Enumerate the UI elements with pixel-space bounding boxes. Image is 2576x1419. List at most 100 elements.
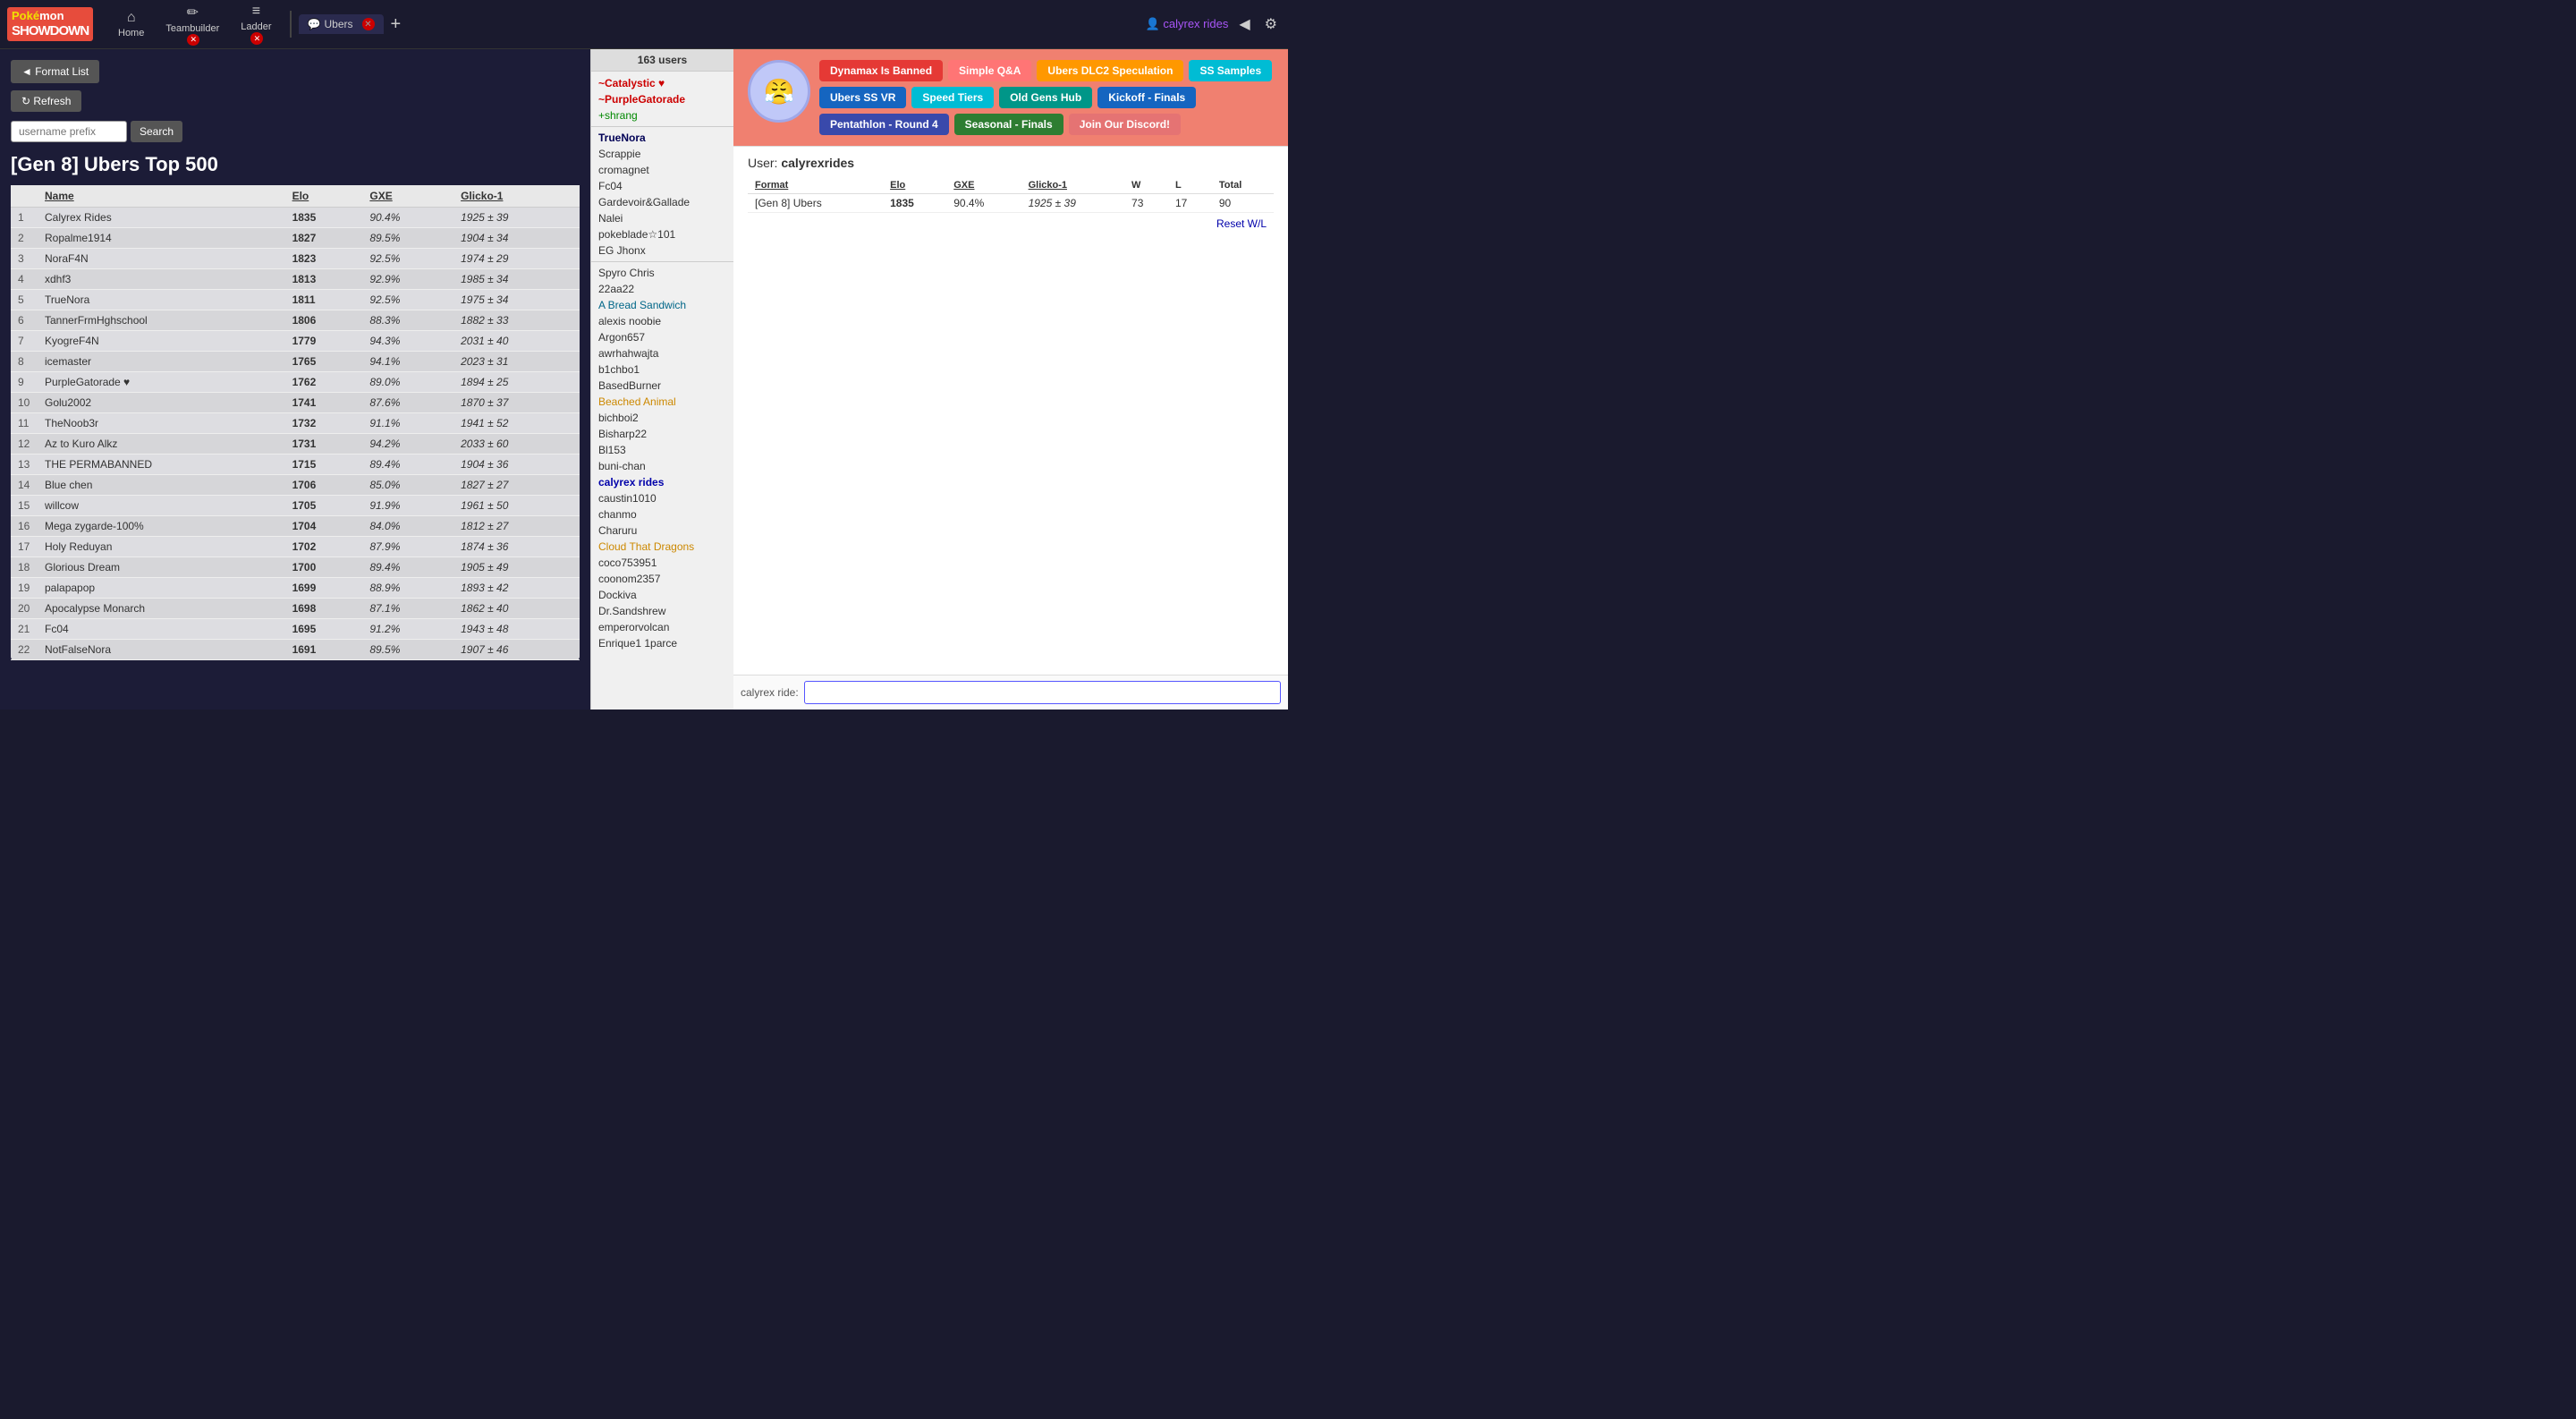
list-item[interactable]: Cloud That Dragons (591, 539, 733, 555)
tab-close-icon[interactable]: ✕ (362, 18, 375, 30)
list-item[interactable]: A Bread Sandwich (591, 297, 733, 313)
name-header[interactable]: Name (38, 185, 285, 208)
add-tab-button[interactable]: + (384, 14, 409, 35)
tab-ubers[interactable]: 💬 Ubers ✕ (299, 14, 384, 34)
list-item[interactable]: b1chbo1 (591, 361, 733, 378)
list-item[interactable]: Spyro Chris (591, 265, 733, 281)
room-link-button[interactable]: Simple Q&A (948, 60, 1031, 81)
user-list: ~Catalystic ♥~PurpleGatorade+shrang TrueN… (591, 72, 733, 655)
gxe-cell: 88.9% (362, 578, 453, 599)
list-item[interactable]: Argon657 (591, 329, 733, 345)
table-row[interactable]: 22 NotFalseNora 1691 89.5% 1907 ± 46 (11, 640, 580, 660)
glicko-col-header[interactable]: Glicko-1 (1021, 177, 1124, 194)
table-row[interactable]: 20 Apocalypse Monarch 1698 87.1% 1862 ± … (11, 599, 580, 619)
room-link-button[interactable]: Kickoff - Finals (1097, 87, 1196, 108)
list-item[interactable]: Bisharp22 (591, 426, 733, 442)
user-link[interactable]: 👤 calyrex rides (1146, 17, 1229, 31)
list-item[interactable]: coonom2357 (591, 571, 733, 587)
table-row[interactable]: 1 Calyrex Rides 1835 90.4% 1925 ± 39 (11, 208, 580, 228)
list-item[interactable]: coco753951 (591, 555, 733, 571)
list-item[interactable]: awrhahwajta (591, 345, 733, 361)
ladder-button[interactable]: ≡ Ladder ✕ (230, 0, 282, 49)
table-row[interactable]: 7 KyogreF4N 1779 94.3% 2031 ± 40 (11, 331, 580, 352)
table-row[interactable]: 4 xdhf3 1813 92.9% 1985 ± 34 (11, 269, 580, 290)
refresh-button[interactable]: ↻ Refresh (11, 90, 81, 112)
home-button[interactable]: ⌂ Home (107, 0, 155, 49)
room-link-button[interactable]: Seasonal - Finals (954, 114, 1063, 135)
list-item[interactable]: ~Catalystic ♥ (591, 75, 733, 91)
ladder-close-icon[interactable]: ✕ (250, 32, 263, 45)
list-item[interactable]: +shrang (591, 107, 733, 123)
list-item[interactable]: emperorvolcan (591, 619, 733, 635)
list-item[interactable]: calyrex rides (591, 474, 733, 490)
list-item[interactable]: EG Jhonx (591, 242, 733, 259)
list-item[interactable]: Bl153 (591, 442, 733, 458)
table-row[interactable]: 12 Az to Kuro Alkz 1731 94.2% 2033 ± 60 (11, 434, 580, 455)
glicko-header[interactable]: Glicko-1 (453, 185, 580, 208)
format-col-header[interactable]: Format (748, 177, 883, 194)
list-item[interactable]: chanmo (591, 506, 733, 523)
list-item[interactable]: 22aa22 (591, 281, 733, 297)
room-link-button[interactable]: SS Samples (1189, 60, 1272, 81)
teambuilder-button[interactable]: ✏ Teambuilder ✕ (155, 0, 230, 49)
search-input[interactable] (11, 121, 127, 142)
room-link-button[interactable]: Join Our Discord! (1069, 114, 1181, 135)
list-item[interactable]: alexis noobie (591, 313, 733, 329)
elo-col-header[interactable]: Elo (883, 177, 946, 194)
room-link-button[interactable]: Dynamax Is Banned (819, 60, 943, 81)
list-item[interactable]: Dr.Sandshrew (591, 603, 733, 619)
search-button[interactable]: Search (131, 121, 182, 142)
table-row[interactable]: 18 Glorious Dream 1700 89.4% 1905 ± 49 (11, 557, 580, 578)
table-row[interactable]: 6 TannerFrmHghschool 1806 88.3% 1882 ± 3… (11, 310, 580, 331)
list-item[interactable]: buni-chan (591, 458, 733, 474)
list-item[interactable]: Nalei (591, 210, 733, 226)
list-item[interactable]: cromagnet (591, 162, 733, 178)
table-row[interactable]: 15 willcow 1705 91.9% 1961 ± 50 (11, 496, 580, 516)
list-item[interactable]: BasedBurner (591, 378, 733, 394)
rank-cell: 19 (11, 578, 38, 599)
table-row[interactable]: 10 Golu2002 1741 87.6% 1870 ± 37 (11, 393, 580, 413)
volume-button[interactable]: ◀ (1235, 12, 1253, 37)
list-item[interactable]: pokeblade☆101 (591, 226, 733, 242)
table-row[interactable]: 17 Holy Reduyan 1702 87.9% 1874 ± 36 (11, 537, 580, 557)
gxe-header[interactable]: GXE (362, 185, 453, 208)
room-link-button[interactable]: Pentathlon - Round 4 (819, 114, 949, 135)
list-item[interactable]: Beached Animal (591, 394, 733, 410)
teambuilder-close-icon[interactable]: ✕ (187, 34, 199, 46)
format-list-button[interactable]: ◄ Format List (11, 60, 99, 83)
ladder-table: Name Elo GXE Glicko-1 1 Calyrex Rides 18… (11, 185, 580, 660)
list-item[interactable]: Fc04 (591, 178, 733, 194)
table-row[interactable]: 8 icemaster 1765 94.1% 2023 ± 31 (11, 352, 580, 372)
list-item[interactable]: Enrique1 1parce (591, 635, 733, 651)
table-row[interactable]: 2 Ropalme1914 1827 89.5% 1904 ± 34 (11, 228, 580, 249)
table-row[interactable]: 9 PurpleGatorade ♥ 1762 89.0% 1894 ± 25 (11, 372, 580, 393)
room-link-button[interactable]: Ubers SS VR (819, 87, 906, 108)
table-row[interactable]: 3 NoraF4N 1823 92.5% 1974 ± 29 (11, 249, 580, 269)
table-row[interactable]: 13 THE PERMABANNED 1715 89.4% 1904 ± 36 (11, 455, 580, 475)
list-item[interactable]: Dockiva (591, 587, 733, 603)
name-cell: Az to Kuro Alkz (38, 434, 285, 455)
room-link-button[interactable]: Old Gens Hub (999, 87, 1092, 108)
list-item[interactable]: TrueNora (591, 130, 733, 146)
room-link-button[interactable]: Ubers DLC2 Speculation (1037, 60, 1183, 81)
elo-cell: 1765 (285, 352, 363, 372)
table-row[interactable]: 5 TrueNora 1811 92.5% 1975 ± 34 (11, 290, 580, 310)
list-item[interactable]: bichboi2 (591, 410, 733, 426)
list-item[interactable]: Scrappie (591, 146, 733, 162)
table-row[interactable]: 14 Blue chen 1706 85.0% 1827 ± 27 (11, 475, 580, 496)
elo-header[interactable]: Elo (285, 185, 363, 208)
chat-input[interactable] (804, 681, 1281, 704)
table-row[interactable]: 11 TheNoob3r 1732 91.1% 1941 ± 52 (11, 413, 580, 434)
reset-wl-link[interactable]: Reset W/L (1216, 217, 1267, 230)
table-row[interactable]: 19 palapapop 1699 88.9% 1893 ± 42 (11, 578, 580, 599)
gxe-cell: 88.3% (362, 310, 453, 331)
list-item[interactable]: ~PurpleGatorade (591, 91, 733, 107)
settings-button[interactable]: ⚙ (1261, 12, 1281, 37)
list-item[interactable]: caustin1010 (591, 490, 733, 506)
list-item[interactable]: Charuru (591, 523, 733, 539)
table-row[interactable]: 16 Mega zygarde-100% 1704 84.0% 1812 ± 2… (11, 516, 580, 537)
gxe-col-header[interactable]: GXE (946, 177, 1021, 194)
list-item[interactable]: Gardevoir&Gallade (591, 194, 733, 210)
table-row[interactable]: 21 Fc04 1695 91.2% 1943 ± 48 (11, 619, 580, 640)
room-link-button[interactable]: Speed Tiers (911, 87, 994, 108)
